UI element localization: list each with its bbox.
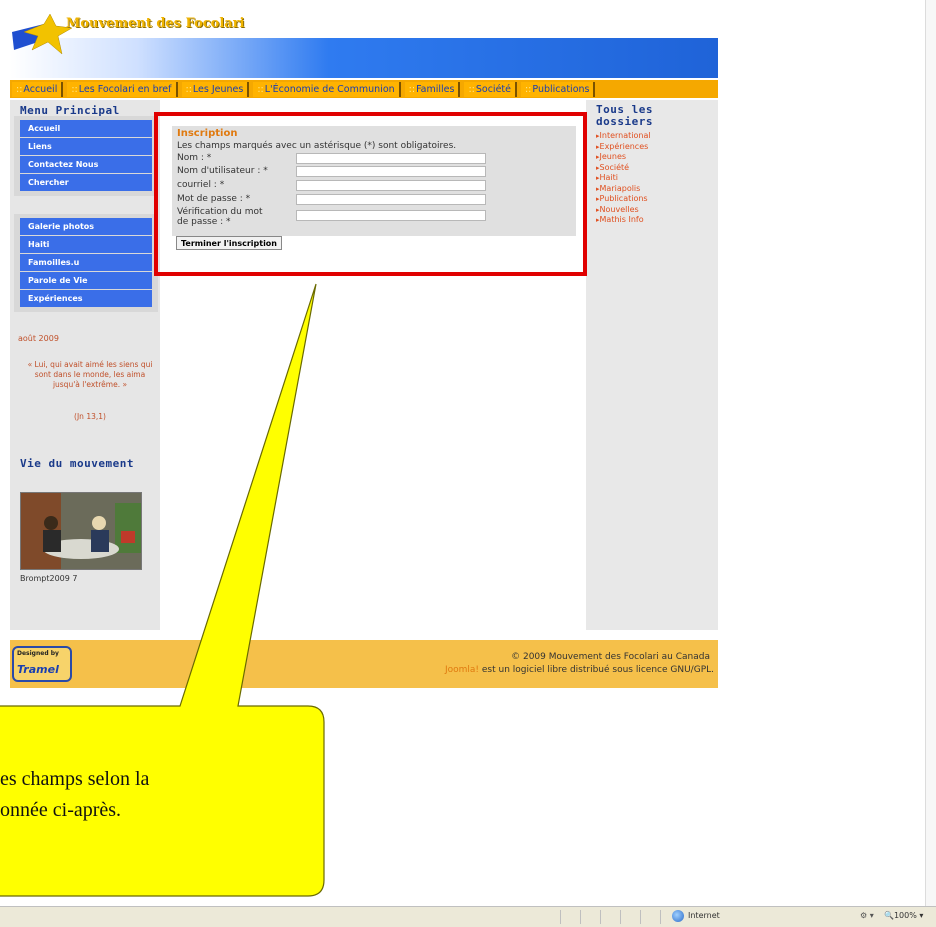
status-separator — [580, 910, 581, 924]
status-separator — [560, 910, 561, 924]
menu-item-haiti[interactable]: Haiti — [20, 236, 152, 254]
dossier-jeunes[interactable]: Jeunes — [596, 152, 712, 163]
nav-publications[interactable]: Publications — [520, 81, 596, 97]
menu-item-chercher[interactable]: Chercher — [20, 174, 152, 192]
status-separator — [640, 910, 641, 924]
popup-blocker-icon[interactable]: ⚙ ▾ — [860, 911, 874, 920]
nav-familles[interactable]: Familles — [404, 81, 461, 97]
dossier-mathis-info[interactable]: Mathis Info — [596, 215, 712, 226]
dossier-experiences[interactable]: Expériences — [596, 142, 712, 153]
window-right-scroll-edge — [925, 0, 936, 906]
security-zone-label: Internet — [688, 911, 720, 920]
callout-line2: onnée ci-après. — [0, 799, 122, 821]
callout-line1: es champs selon la — [0, 768, 150, 790]
site-title: Mouvement des Focolari — [66, 16, 245, 31]
browser-status-bar — [0, 906, 936, 927]
status-separator — [600, 910, 601, 924]
nav-focolari-en-bref[interactable]: Les Focolari en bref — [67, 81, 178, 97]
dossier-international[interactable]: International — [596, 131, 712, 142]
dossiers-title: Tous les dossiers — [596, 103, 653, 128]
dossier-nouvelles[interactable]: Nouvelles — [596, 205, 712, 216]
footer-license: Joomla! est un logiciel libre distribué … — [370, 665, 714, 675]
dossier-publications[interactable]: Publications — [596, 194, 712, 205]
dossier-societe[interactable]: Société — [596, 163, 712, 174]
dossier-mariapolis[interactable]: Mariapolis — [596, 184, 712, 195]
dossiers-list: International Expériences Jeunes Société… — [596, 131, 712, 226]
nav-jeunes[interactable]: Les Jeunes — [181, 81, 250, 97]
form-highlight-box — [154, 112, 587, 276]
menu-item-liens[interactable]: Liens — [20, 138, 152, 156]
zoom-level[interactable]: 🔍100% ▾ — [884, 911, 923, 920]
header-banner — [10, 38, 718, 78]
top-navigation: Accueil Les Focolari en bref Les Jeunes … — [10, 80, 718, 98]
main-menu: Accueil Liens Contactez Nous Chercher — [14, 116, 158, 196]
nav-accueil[interactable]: Accueil — [12, 81, 64, 97]
menu-item-accueil[interactable]: Accueil — [20, 120, 152, 138]
nav-societe[interactable]: Société — [464, 81, 517, 97]
status-separator — [660, 910, 661, 924]
dossier-haiti[interactable]: Haiti — [596, 173, 712, 184]
nav-economie-communion[interactable]: L'Économie de Communion — [253, 81, 401, 97]
menu-item-galerie[interactable]: Galerie photos — [20, 218, 152, 236]
footer-copyright: © 2009 Mouvement des Focolari au Canada — [511, 652, 710, 662]
status-separator — [620, 910, 621, 924]
menu-item-familles[interactable]: Famoilles.u — [20, 254, 152, 272]
internet-zone-icon — [672, 910, 684, 922]
footer-license-text: est un logiciel libre distribué sous lic… — [481, 665, 714, 675]
menu-item-contact[interactable]: Contactez Nous — [20, 156, 152, 174]
joomla-link[interactable]: Joomla! — [445, 665, 479, 675]
